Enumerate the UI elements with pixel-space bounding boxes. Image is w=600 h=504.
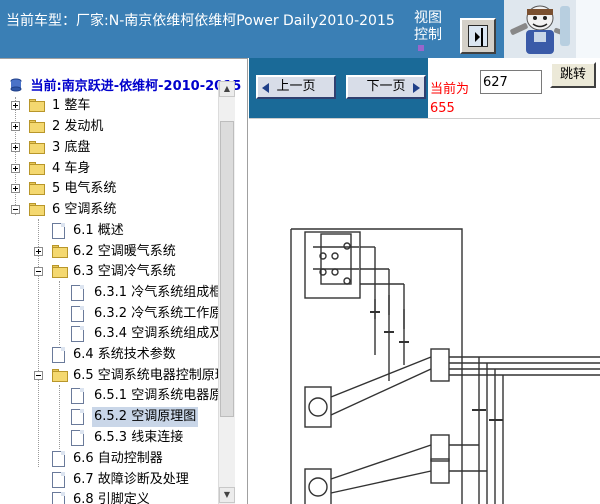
- expand-icon[interactable]: [11, 101, 20, 110]
- vehicle-model-title: 当前车型：厂家:N-南京依维柯依维柯Power Daily2010-2015: [6, 13, 395, 29]
- folder-icon: [29, 120, 45, 133]
- panel-toggle-icon: [468, 25, 488, 47]
- tree-root-label: 当前:南京跃进-依维柯-2010-2015: [30, 79, 242, 94]
- tree-item-cooling[interactable]: 6.3 空调冷气系统: [0, 262, 215, 282]
- tree-item-label: 6.3.2 冷气系统工作原: [94, 306, 223, 321]
- tree-item-label: 6.2 空调暖气系统: [73, 244, 176, 259]
- tree-item-label: 2 发动机: [52, 119, 104, 134]
- collapse-icon[interactable]: [34, 267, 43, 276]
- tree-item-label: 4 车身: [52, 161, 91, 176]
- tree-item-chassis[interactable]: 3 底盘: [0, 138, 215, 158]
- tree-item-label: 6 空调系统: [52, 202, 117, 217]
- collapse-icon[interactable]: [11, 205, 20, 214]
- cursor-marker-icon: [418, 45, 424, 51]
- tree-item-engine[interactable]: 2 发动机: [0, 117, 215, 137]
- tree-item-label: 6.7 故障诊断及处理: [73, 472, 189, 487]
- current-page-indicator: 当前为 655: [430, 80, 469, 118]
- document-icon: [71, 388, 84, 404]
- arrow-left-icon: [262, 83, 269, 93]
- tree-item-overview[interactable]: 6.1 概述: [0, 221, 215, 241]
- wiring-diagram-image: [290, 228, 600, 504]
- page-info-panel: 当前为 655 跳转: [428, 58, 600, 118]
- tree-item-label: 1 整车: [52, 98, 91, 113]
- tree-item-ac-schematic[interactable]: 6.5.2 空调原理图: [0, 407, 215, 427]
- current-label: 当前为: [430, 82, 470, 97]
- sidebar-scrollbar[interactable]: ▲ ▼: [218, 81, 235, 504]
- document-icon: [52, 347, 65, 363]
- document-icon: [71, 285, 84, 301]
- expand-icon[interactable]: [11, 164, 20, 173]
- tree-item-label: 3 底盘: [52, 140, 91, 155]
- document-icon: [71, 326, 84, 342]
- next-page-label: 下一页: [366, 79, 406, 94]
- tree-item-label: 6.5 空调系统电器控制原理: [73, 368, 228, 383]
- prev-page-button[interactable]: 上一页: [256, 75, 336, 99]
- database-icon: [10, 78, 22, 92]
- expand-icon[interactable]: [11, 122, 20, 131]
- next-page-button[interactable]: 下一页: [346, 75, 426, 99]
- schematic-diagram: [249, 118, 600, 504]
- document-icon: [52, 492, 65, 504]
- expand-icon[interactable]: [11, 143, 20, 152]
- folder-open-icon: [52, 369, 68, 382]
- folder-icon: [29, 99, 45, 112]
- arrow-right-icon: [413, 83, 420, 93]
- document-icon: [71, 430, 84, 446]
- scroll-down-icon[interactable]: ▼: [219, 487, 235, 503]
- tree-item-label: 6.5.1 空调系统电器原: [94, 388, 223, 403]
- tree-item-ac-components[interactable]: 6.3.4 空调系统组成及: [0, 324, 222, 344]
- tree-item-electrical[interactable]: 5 电气系统: [0, 179, 215, 199]
- page-number-input[interactable]: [480, 70, 542, 94]
- tree-root[interactable]: 当前:南京跃进-依维柯-2010-2015: [10, 75, 242, 94]
- tree-item-label: 6.6 自动控制器: [73, 451, 163, 466]
- folder-icon: [52, 245, 68, 258]
- scrollbar-thumb[interactable]: [220, 121, 234, 417]
- expand-icon[interactable]: [34, 247, 43, 256]
- tree-item-label: 6.4 系统技术参数: [73, 347, 176, 362]
- tree-item-electrical-control[interactable]: 6.5 空调系统电器控制原理: [0, 366, 228, 386]
- folder-icon: [29, 182, 45, 195]
- header-decoration: [576, 0, 600, 58]
- tree-item-pin-definition[interactable]: 6.8 引脚定义: [0, 490, 215, 504]
- scroll-up-icon[interactable]: ▲: [219, 81, 235, 97]
- total-pages: 655: [430, 101, 455, 116]
- panel-toggle-button[interactable]: [460, 18, 496, 54]
- tree-item-tech-params[interactable]: 6.4 系统技术参数: [0, 345, 215, 365]
- document-icon: [71, 306, 84, 322]
- tree-item-label: 6.5.3 线束连接: [94, 430, 184, 445]
- prev-page-label: 上一页: [276, 79, 316, 94]
- folder-icon: [29, 141, 45, 154]
- folder-icon: [29, 162, 45, 175]
- collapse-icon[interactable]: [34, 371, 43, 380]
- tree-item-label: 5 电气系统: [52, 181, 117, 196]
- jump-button[interactable]: 跳转: [550, 62, 596, 88]
- tree-item-cooling-components[interactable]: 6.3.1 冷气系统组成框: [0, 283, 222, 303]
- tree-item-vehicle[interactable]: 1 整车: [0, 96, 215, 116]
- folder-open-icon: [52, 265, 68, 278]
- document-icon: [71, 409, 84, 425]
- document-icon: [52, 223, 65, 239]
- header-bar: 当前车型：厂家:N-南京依维柯依维柯Power Daily2010-2015 视…: [0, 0, 600, 58]
- tree-item-auto-controller[interactable]: 6.6 自动控制器: [0, 449, 215, 469]
- tree-item-label: 6.3.1 冷气系统组成框: [94, 285, 223, 300]
- tree-item-label: 6.3.4 空调系统组成及: [94, 326, 223, 341]
- tree-item-body[interactable]: 4 车身: [0, 159, 215, 179]
- tree-item-label: 6.1 概述: [73, 223, 124, 238]
- tree-item-electrical-principle[interactable]: 6.5.1 空调系统电器原: [0, 386, 222, 406]
- expand-icon[interactable]: [11, 184, 20, 193]
- tree-item-harness[interactable]: 6.5.3 线束连接: [0, 428, 215, 448]
- tree-item-label: 6.8 引脚定义: [73, 492, 150, 504]
- folder-open-icon: [29, 203, 45, 216]
- tree-item-ac-system[interactable]: 6 空调系统: [0, 200, 215, 220]
- tree-item-diagnosis[interactable]: 6.7 故障诊断及处理: [0, 470, 215, 490]
- view-control-label: 视图控制: [414, 10, 442, 43]
- sidebar-tree: 当前:南京跃进-依维柯-2010-2015 1 整车 2 发动机 3 底盘 4 …: [0, 58, 248, 504]
- tree-item-label-selected: 6.5.2 空调原理图: [92, 407, 199, 427]
- mechanic-mascot-icon: [504, 0, 576, 58]
- tree-item-label: 6.3 空调冷气系统: [73, 264, 176, 279]
- document-icon: [52, 451, 65, 467]
- tree-item-heating[interactable]: 6.2 空调暖气系统: [0, 242, 215, 262]
- tree-item-cooling-principle[interactable]: 6.3.2 冷气系统工作原: [0, 304, 222, 324]
- document-icon: [52, 472, 65, 488]
